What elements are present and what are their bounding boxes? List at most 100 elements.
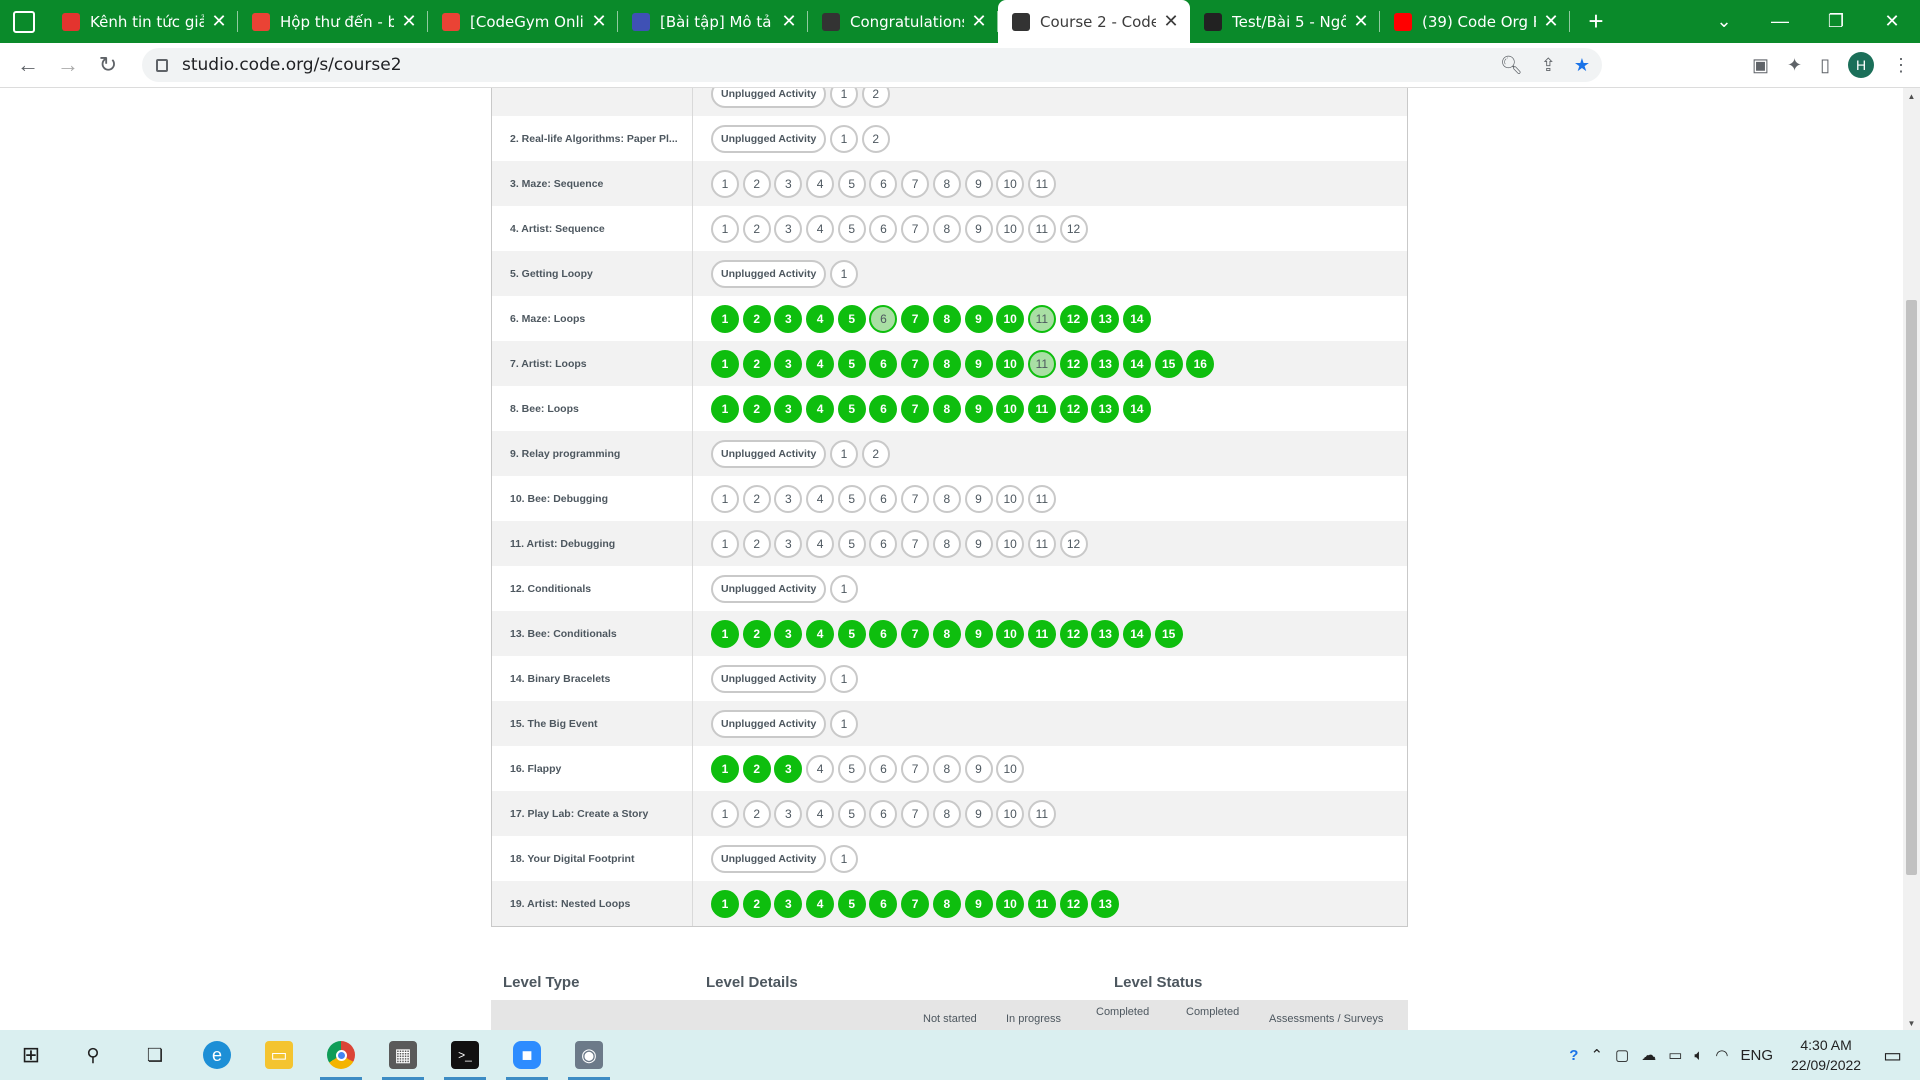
level-bubble[interactable]: 4 bbox=[806, 394, 835, 423]
bookmark-star-icon[interactable]: ★ bbox=[1574, 55, 1590, 76]
file-explorer-icon[interactable]: ▭ bbox=[248, 1030, 310, 1080]
level-bubble[interactable]: 7 bbox=[901, 799, 930, 828]
level-bubble[interactable]: 12 bbox=[1059, 529, 1088, 558]
level-bubble[interactable]: 4 bbox=[806, 889, 835, 918]
level-bubble[interactable]: 1 bbox=[711, 484, 739, 513]
scroll-thumb[interactable] bbox=[1906, 300, 1917, 875]
level-bubble[interactable]: 1 bbox=[711, 169, 739, 198]
level-bubble[interactable]: 5 bbox=[837, 619, 866, 648]
wifi-icon[interactable]: ◠ bbox=[1715, 1046, 1728, 1064]
level-bubble[interactable]: 4 bbox=[806, 484, 835, 513]
level-bubble[interactable]: 12 bbox=[1059, 619, 1088, 648]
extension-puzzle-icon[interactable]: ▣ bbox=[1752, 55, 1769, 76]
level-bubble[interactable]: 10 bbox=[996, 349, 1025, 378]
level-bubble[interactable]: 6 bbox=[869, 214, 898, 243]
tab-close-icon[interactable]: ✕ bbox=[590, 11, 608, 32]
lesson-name[interactable]: 4. Artist: Sequence bbox=[492, 206, 693, 251]
level-bubble[interactable]: 8 bbox=[932, 754, 961, 783]
level-bubble[interactable]: 12 bbox=[1059, 349, 1088, 378]
level-bubble[interactable]: 11 bbox=[1027, 889, 1056, 918]
level-bubble[interactable]: 10 bbox=[996, 754, 1025, 783]
level-bubble[interactable]: 11 bbox=[1027, 304, 1056, 333]
level-bubble[interactable]: 5 bbox=[837, 529, 866, 558]
zoom-icon[interactable]: 🔍︎ bbox=[1500, 55, 1523, 76]
chrome-icon[interactable] bbox=[310, 1030, 372, 1080]
level-bubble[interactable]: 6 bbox=[869, 304, 898, 333]
lesson-name[interactable]: 13. Bee: Conditionals bbox=[492, 611, 693, 656]
level-bubble[interactable]: 10 bbox=[996, 889, 1025, 918]
level-bubble[interactable]: 6 bbox=[869, 754, 898, 783]
level-bubble[interactable]: 5 bbox=[837, 349, 866, 378]
level-bubble[interactable]: 2 bbox=[742, 169, 771, 198]
scroll-down-arrow-icon[interactable]: ▼ bbox=[1903, 1019, 1920, 1028]
level-bubble[interactable]: 8 bbox=[932, 799, 961, 828]
level-bubble[interactable]: 5 bbox=[837, 169, 866, 198]
level-bubble[interactable]: 8 bbox=[932, 529, 961, 558]
level-bubble[interactable]: 9 bbox=[964, 349, 993, 378]
level-bubble[interactable]: 8 bbox=[932, 889, 961, 918]
close-window-button[interactable]: ✕ bbox=[1864, 11, 1920, 32]
level-bubble[interactable]: 2 bbox=[742, 529, 771, 558]
level-bubble[interactable]: 8 bbox=[932, 394, 961, 423]
level-bubble[interactable]: 1 bbox=[711, 889, 739, 918]
level-bubble[interactable]: 12 bbox=[1059, 394, 1088, 423]
level-bubble[interactable]: 14 bbox=[1122, 304, 1151, 333]
level-bubble[interactable]: 9 bbox=[964, 214, 993, 243]
level-bubble[interactable]: 10 bbox=[996, 304, 1025, 333]
level-bubble[interactable]: 5 bbox=[837, 304, 866, 333]
clock[interactable]: 4:30 AM 22/09/2022 bbox=[1791, 1035, 1861, 1075]
browser-tab[interactable]: Kênh tin tức giải ✕ bbox=[48, 0, 238, 43]
level-bubble[interactable]: 15 bbox=[1154, 349, 1183, 378]
onedrive-cloud-icon[interactable]: ☁ bbox=[1641, 1046, 1656, 1064]
volume-icon[interactable]: 🔈︎ bbox=[1694, 1047, 1703, 1064]
back-button[interactable]: ← bbox=[8, 52, 48, 78]
level-bubble[interactable]: 6 bbox=[869, 619, 898, 648]
level-bubble[interactable]: 2 bbox=[861, 439, 890, 468]
level-bubble[interactable]: 7 bbox=[901, 394, 930, 423]
level-bubble[interactable]: 5 bbox=[837, 394, 866, 423]
omnibox[interactable]: studio.code.org/s/course2 🔍︎ ⇪ ★ bbox=[142, 48, 1602, 82]
level-bubble[interactable]: 3 bbox=[774, 619, 803, 648]
share-icon[interactable]: ⇪ bbox=[1541, 55, 1556, 76]
browser-tab[interactable]: Congratulations ✕ bbox=[808, 0, 998, 43]
level-bubble[interactable]: 10 bbox=[996, 394, 1025, 423]
level-bubble[interactable]: 3 bbox=[774, 169, 803, 198]
level-bubble[interactable]: 9 bbox=[964, 889, 993, 918]
level-bubble[interactable]: 7 bbox=[901, 169, 930, 198]
forward-button[interactable]: → bbox=[48, 52, 88, 78]
level-bubble[interactable]: 6 bbox=[869, 529, 898, 558]
unplugged-activity-pill[interactable]: Unplugged Activity bbox=[711, 574, 827, 603]
level-bubble[interactable]: 2 bbox=[742, 754, 771, 783]
level-bubble[interactable]: 4 bbox=[806, 169, 835, 198]
level-bubble[interactable]: 13 bbox=[1091, 304, 1120, 333]
tab-close-icon[interactable]: ✕ bbox=[970, 11, 988, 32]
level-bubble[interactable]: 6 bbox=[869, 349, 898, 378]
level-bubble[interactable]: 7 bbox=[901, 349, 930, 378]
level-bubble[interactable]: 2 bbox=[742, 214, 771, 243]
level-bubble[interactable]: 1 bbox=[711, 214, 739, 243]
lesson-name[interactable]: 8. Bee: Loops bbox=[492, 386, 693, 431]
tab-close-icon[interactable]: ✕ bbox=[1542, 11, 1560, 32]
level-bubble[interactable]: 1 bbox=[711, 394, 739, 423]
level-bubble[interactable]: 3 bbox=[774, 889, 803, 918]
lesson-name[interactable]: 17. Play Lab: Create a Story bbox=[492, 791, 693, 836]
level-bubble[interactable]: 14 bbox=[1122, 394, 1151, 423]
new-tab-button[interactable]: + bbox=[1576, 6, 1616, 37]
lesson-name[interactable]: 5. Getting Loopy bbox=[492, 251, 693, 296]
level-bubble[interactable]: 6 bbox=[869, 169, 898, 198]
level-bubble[interactable]: 8 bbox=[932, 169, 961, 198]
lesson-name[interactable]: 15. The Big Event bbox=[492, 701, 693, 746]
level-bubble[interactable]: 9 bbox=[964, 754, 993, 783]
level-bubble[interactable]: 7 bbox=[901, 619, 930, 648]
level-bubble[interactable]: 10 bbox=[996, 169, 1025, 198]
profile-avatar[interactable]: H bbox=[1848, 52, 1874, 78]
lesson-name[interactable]: 3. Maze: Sequence bbox=[492, 161, 693, 206]
reload-button[interactable]: ↻ bbox=[88, 52, 128, 78]
level-bubble[interactable]: 4 bbox=[806, 529, 835, 558]
level-bubble[interactable]: 9 bbox=[964, 619, 993, 648]
level-bubble[interactable]: 2 bbox=[861, 124, 890, 153]
level-bubble[interactable]: 7 bbox=[901, 754, 930, 783]
level-bubble[interactable]: 14 bbox=[1122, 619, 1151, 648]
level-bubble[interactable]: 1 bbox=[829, 664, 858, 693]
level-bubble[interactable]: 9 bbox=[964, 799, 993, 828]
